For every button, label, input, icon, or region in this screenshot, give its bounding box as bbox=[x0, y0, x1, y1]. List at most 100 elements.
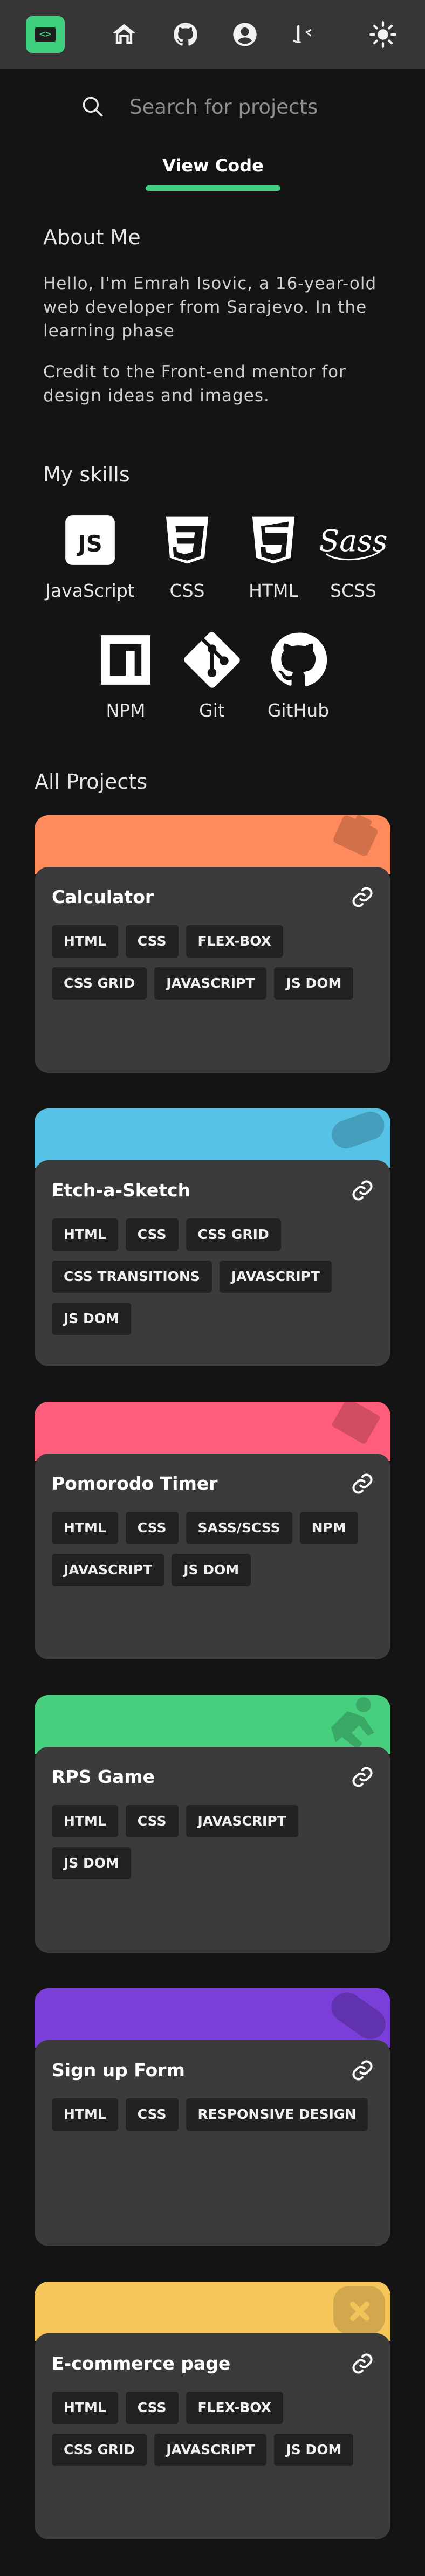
card-body: Etch-a-Sketch HTML CSS CSS GRID CSS TRAN… bbox=[35, 1160, 390, 1366]
git-icon bbox=[184, 632, 240, 688]
link-icon[interactable] bbox=[351, 885, 374, 909]
skill-label: GitHub bbox=[267, 700, 330, 721]
card-body: Pomorodo Timer HTML CSS SASS/SCSS NPM JA… bbox=[35, 1454, 390, 1659]
tag: CSS bbox=[125, 2098, 179, 2131]
running-icon bbox=[331, 1697, 374, 1749]
tag: NPM bbox=[299, 1512, 358, 1544]
tag: JS DOM bbox=[172, 1554, 251, 1586]
project-card-e-commerce-page[interactable]: E-commerce page HTML CSS FLEX-BOX CSS GR… bbox=[35, 2282, 390, 2539]
npm-icon bbox=[101, 635, 150, 685]
github-icon[interactable] bbox=[170, 19, 201, 50]
tag: HTML bbox=[52, 1218, 118, 1251]
skill-label: SCSS bbox=[330, 580, 376, 601]
skill-label: Git bbox=[199, 700, 225, 721]
book-icon bbox=[332, 1402, 380, 1444]
css-icon bbox=[166, 516, 208, 564]
svg-text:JS: JS bbox=[76, 531, 102, 557]
skill-label: CSS bbox=[169, 580, 205, 601]
tag: HTML bbox=[52, 2098, 118, 2131]
tag: JAVASCRIPT bbox=[186, 1805, 298, 1837]
html-icon bbox=[252, 516, 294, 564]
tag: CSS GRID bbox=[186, 1218, 281, 1251]
link-icon[interactable] bbox=[351, 1472, 374, 1496]
top-navbar: <> bbox=[0, 0, 425, 69]
theme-toggle-sun-icon[interactable] bbox=[368, 19, 398, 50]
skill-label: HTML bbox=[249, 580, 298, 601]
tag: CSS TRANSITIONS bbox=[52, 1261, 212, 1293]
skill-npm: NPM bbox=[80, 630, 172, 721]
skills-title: My skills bbox=[43, 463, 130, 486]
tag: HTML bbox=[52, 1512, 118, 1544]
projects-title: All Projects bbox=[35, 770, 147, 794]
profile-icon[interactable] bbox=[230, 19, 260, 50]
tag: JAVASCRIPT bbox=[154, 2434, 267, 2466]
project-card-calculator[interactable]: Calculator HTML CSS FLEX-BOX CSS GRID JA… bbox=[35, 815, 390, 1073]
tag: CSS bbox=[125, 2392, 179, 2424]
tag: FLEX-BOX bbox=[186, 925, 283, 958]
project-card-rps-game[interactable]: RPS Game HTML CSS JAVASCRIPT JS DOM bbox=[35, 1695, 390, 1953]
gamepad-icon bbox=[331, 1992, 386, 2040]
skill-label: JavaScript bbox=[45, 580, 135, 601]
home-icon[interactable] bbox=[109, 19, 139, 50]
tag: SASS/SCSS bbox=[186, 1512, 292, 1544]
logo-code-icon: <> bbox=[35, 27, 56, 42]
github-icon bbox=[271, 632, 327, 686]
javascript-icon: JS bbox=[65, 515, 115, 565]
about-paragraph-1: Hello, I'm Emrah Isovic, a 16-year-old w… bbox=[43, 274, 377, 341]
care-icon bbox=[333, 2286, 385, 2334]
tag-list: HTML CSS SASS/SCSS NPM JAVASCRIPT JS DOM bbox=[52, 1512, 370, 1586]
link-icon[interactable] bbox=[351, 1765, 374, 1789]
gamepad-icon bbox=[332, 1111, 385, 1149]
link-icon[interactable] bbox=[351, 2352, 374, 2375]
tag-list: HTML CSS FLEX-BOX CSS GRID JAVASCRIPT JS… bbox=[52, 925, 370, 1000]
skill-git: Git bbox=[166, 630, 258, 721]
tab-active-indicator bbox=[146, 185, 280, 191]
skill-javascript: JS JavaScript bbox=[44, 510, 136, 601]
link-icon[interactable] bbox=[351, 1179, 374, 1202]
tag: HTML bbox=[52, 1805, 118, 1837]
tag: HTML bbox=[52, 2392, 118, 2424]
project-title: E-commerce page bbox=[52, 2353, 231, 2374]
project-title: Sign up Form bbox=[52, 2060, 185, 2081]
tag: JS DOM bbox=[52, 1847, 131, 1879]
tag: JAVASCRIPT bbox=[52, 1554, 164, 1586]
skill-github: GitHub bbox=[252, 630, 344, 721]
tag: CSS GRID bbox=[52, 2434, 147, 2466]
code-view-icon[interactable] bbox=[289, 19, 319, 50]
project-card-etch-a-sketch[interactable]: Etch-a-Sketch HTML CSS CSS GRID CSS TRAN… bbox=[35, 1108, 390, 1366]
card-body: Sign up Form HTML CSS RESPONSIVE DESIGN bbox=[35, 2040, 390, 2246]
sass-icon: Sass bbox=[319, 524, 387, 561]
tag-list: HTML CSS CSS GRID CSS TRANSITIONS JAVASC… bbox=[52, 1218, 370, 1335]
tag-list: HTML CSS RESPONSIVE DESIGN bbox=[52, 2098, 370, 2131]
about-paragraph-2: Credit to the Front-end mentor for desig… bbox=[43, 362, 346, 405]
card-body: Calculator HTML CSS FLEX-BOX CSS GRID JA… bbox=[35, 867, 390, 1073]
tag: CSS bbox=[125, 1805, 179, 1837]
work-icon bbox=[333, 815, 378, 856]
search-bar bbox=[81, 92, 351, 122]
tag: HTML bbox=[52, 925, 118, 958]
card-body: RPS Game HTML CSS JAVASCRIPT JS DOM bbox=[35, 1747, 390, 1953]
tag-list: HTML CSS FLEX-BOX CSS GRID JAVASCRIPT JS… bbox=[52, 2392, 370, 2466]
logo[interactable]: <> bbox=[26, 16, 65, 53]
project-card-pomorodo-timer[interactable]: Pomorodo Timer HTML CSS SASS/SCSS NPM JA… bbox=[35, 1402, 390, 1659]
project-card-sign-up-form[interactable]: Sign up Form HTML CSS RESPONSIVE DESIGN bbox=[35, 1988, 390, 2246]
tag: CSS bbox=[125, 1512, 179, 1544]
tag: JS DOM bbox=[52, 1303, 131, 1335]
tab-view-code[interactable]: View Code bbox=[146, 155, 280, 176]
about-title: About Me bbox=[43, 225, 141, 249]
tag: CSS GRID bbox=[52, 967, 147, 1000]
project-title: Pomorodo Timer bbox=[52, 1473, 218, 1494]
tag: RESPONSIVE DESIGN bbox=[186, 2098, 368, 2131]
skill-html: HTML bbox=[228, 510, 319, 601]
skill-label: NPM bbox=[106, 700, 146, 721]
tag: JS DOM bbox=[274, 967, 354, 1000]
tag: JAVASCRIPT bbox=[219, 1261, 332, 1293]
tag: CSS bbox=[125, 1218, 179, 1251]
link-icon[interactable] bbox=[351, 2058, 374, 2082]
search-input[interactable] bbox=[129, 95, 345, 119]
skill-scss: Sass SCSS bbox=[307, 510, 399, 601]
tag-list: HTML CSS JAVASCRIPT JS DOM bbox=[52, 1805, 370, 1879]
project-title: RPS Game bbox=[52, 1766, 155, 1787]
tag: JAVASCRIPT bbox=[154, 967, 267, 1000]
search-icon bbox=[83, 97, 103, 117]
